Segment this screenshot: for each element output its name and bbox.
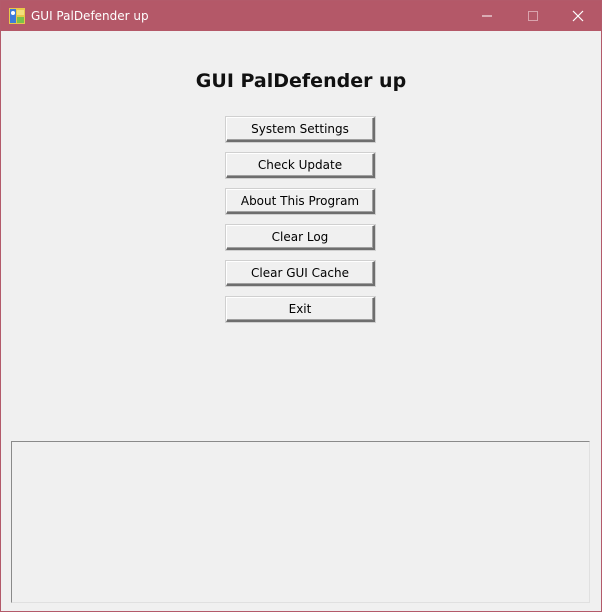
maximize-icon bbox=[528, 11, 538, 21]
title-bar[interactable]: GUI PalDefender up bbox=[1, 1, 601, 31]
system-settings-button[interactable]: System Settings bbox=[226, 117, 375, 142]
clear-log-button[interactable]: Clear Log bbox=[226, 225, 375, 250]
minimize-icon bbox=[482, 15, 492, 17]
log-textbox[interactable] bbox=[11, 441, 590, 603]
check-update-button[interactable]: Check Update bbox=[226, 153, 375, 178]
window-title: GUI PalDefender up bbox=[31, 9, 149, 23]
about-program-button[interactable]: About This Program bbox=[226, 189, 375, 214]
app-icon bbox=[9, 8, 25, 24]
exit-button[interactable]: Exit bbox=[226, 297, 375, 322]
minimize-button[interactable] bbox=[464, 1, 510, 31]
main-panel: GUI PalDefender up System Settings Check… bbox=[1, 31, 601, 611]
page-title: GUI PalDefender up bbox=[195, 70, 407, 92]
maximize-button[interactable] bbox=[510, 1, 556, 31]
clear-gui-cache-button[interactable]: Clear GUI Cache bbox=[226, 261, 375, 286]
close-icon bbox=[572, 10, 584, 22]
close-button[interactable] bbox=[555, 1, 601, 31]
app-window: GUI PalDefender up GUI PalDefender up Sy… bbox=[0, 0, 602, 612]
